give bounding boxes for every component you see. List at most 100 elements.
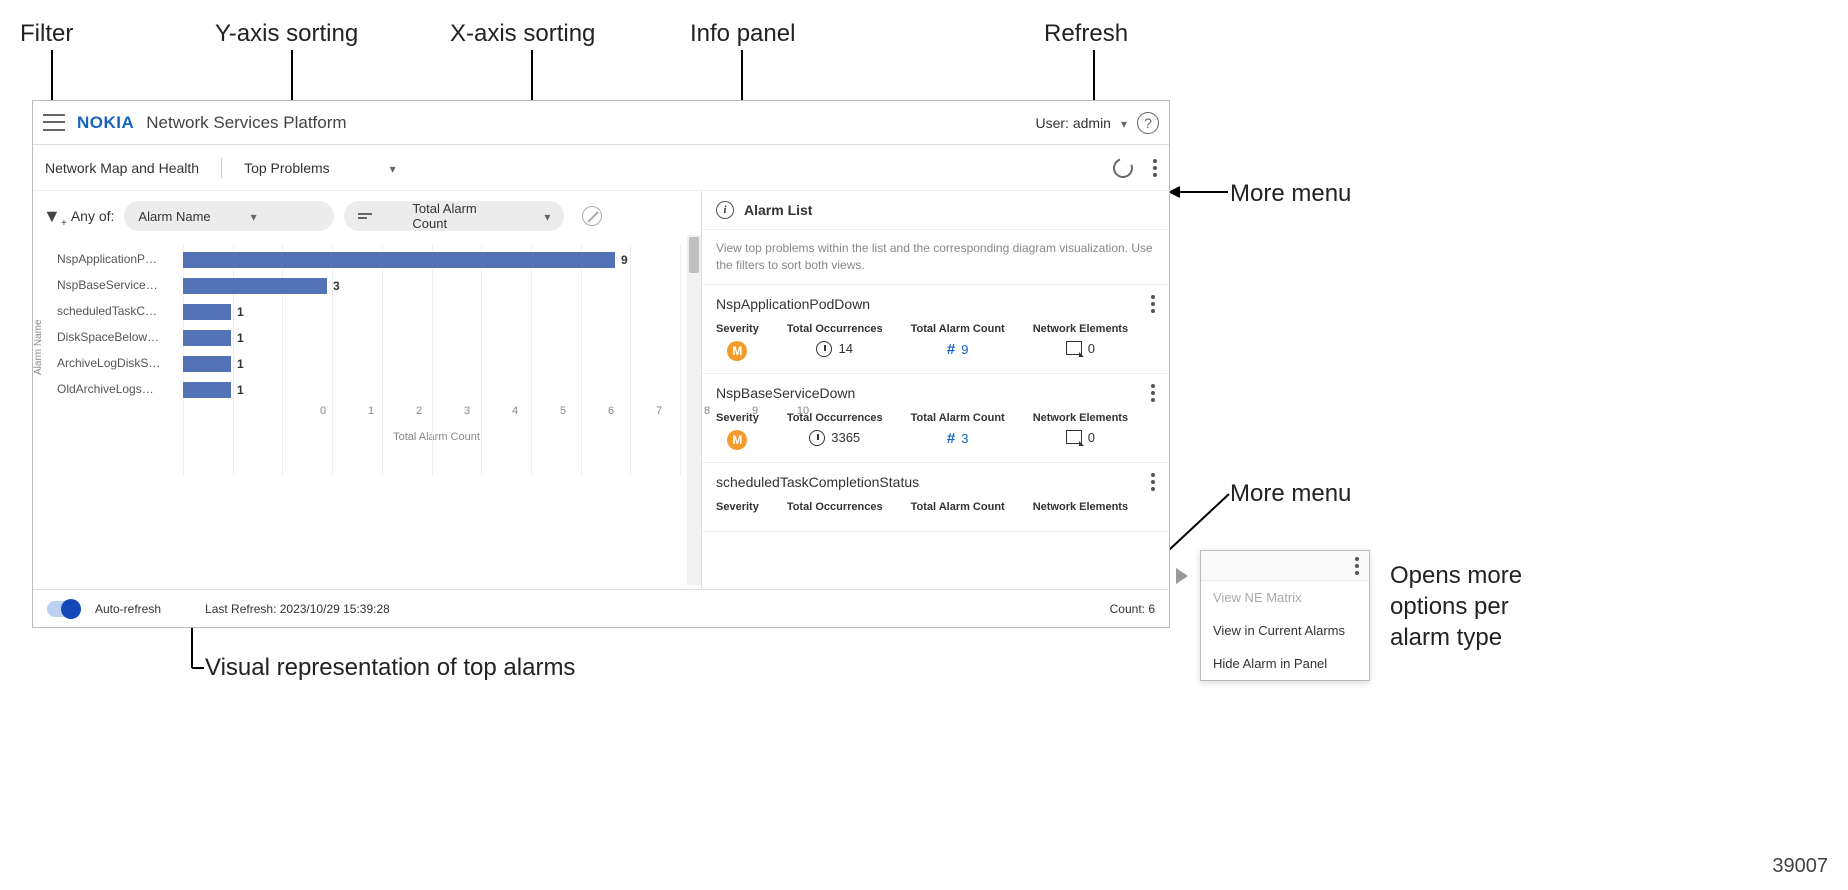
- alarm-item: NspBaseServiceDownSeverityMTotal Occurre…: [702, 374, 1169, 463]
- alarm-name: NspApplicationPodDown: [716, 296, 870, 312]
- bar-value: 9: [621, 253, 628, 267]
- bar[interactable]: [183, 330, 231, 346]
- arrow-moremenu1: [1168, 184, 1228, 204]
- bar-row: 1: [183, 379, 690, 403]
- scrollbar[interactable]: [687, 235, 701, 585]
- x-tick: 3: [464, 405, 470, 417]
- bar-chart: Alarm Name NspApplicationP…NspBaseServic…: [43, 245, 691, 505]
- chevron-down-icon: [544, 209, 550, 224]
- callout-moremenu2: More menu: [1230, 480, 1351, 508]
- refresh-icon[interactable]: [1110, 154, 1137, 181]
- y-sort-dropdown[interactable]: Alarm Name: [124, 201, 334, 231]
- user-label[interactable]: User: admin: [1036, 115, 1111, 131]
- menu-item-view-ne-matrix[interactable]: View NE Matrix: [1201, 581, 1369, 614]
- page-number: 39007: [1772, 855, 1828, 878]
- bar[interactable]: [183, 356, 231, 372]
- metric-network-elements: Network Elements0: [1033, 323, 1128, 361]
- y-sort-label: Alarm Name: [138, 209, 210, 224]
- pop-menu-header: [1201, 551, 1369, 581]
- alarm-item: NspApplicationPodDown SeverityM Total Occu…: [702, 285, 1169, 374]
- view-dropdown[interactable]: Top Problems: [244, 160, 396, 176]
- alarm-more-icon[interactable]: [1151, 295, 1155, 313]
- bar[interactable]: [183, 304, 231, 320]
- alarm-more-icon[interactable]: [1151, 384, 1155, 402]
- bar-category-label: OldArchiveLogs…: [43, 382, 173, 396]
- callout-opens: Opens more options per alarm type: [1390, 560, 1550, 654]
- bar-category-label: ArchiveLogDiskS…: [43, 356, 173, 370]
- callout-ysort: Y-axis sorting: [215, 20, 358, 48]
- metric-network-elements: Network Elements0: [1033, 412, 1128, 450]
- x-tick: 9: [752, 405, 758, 417]
- footer: Auto-refresh Last Refresh: 2023/10/29 15…: [33, 589, 1169, 627]
- bar-row: 1: [183, 353, 690, 377]
- bar[interactable]: [183, 382, 231, 398]
- bar-category-label: NspApplicationP…: [43, 252, 173, 266]
- metric-network-elements: Network Elements: [1033, 501, 1128, 519]
- menu-item-view-current-alarms[interactable]: View in Current Alarms: [1201, 614, 1369, 647]
- more-menu-icon[interactable]: [1153, 159, 1157, 177]
- callout-visual: Visual representation of top alarms: [205, 654, 575, 682]
- filter-anyof-label: Any of:: [71, 208, 115, 224]
- x-tick: 10: [797, 405, 809, 417]
- hamburger-icon[interactable]: [43, 112, 65, 134]
- x-tick: 7: [656, 405, 662, 417]
- auto-refresh-toggle[interactable]: [47, 601, 81, 617]
- menu-item-hide-alarm[interactable]: Hide Alarm in Panel: [1201, 647, 1369, 680]
- clear-filter-icon[interactable]: [582, 206, 602, 226]
- x-tick: 2: [416, 405, 422, 417]
- callout-moremenu1: More menu: [1230, 180, 1351, 208]
- x-ticks: 012345678910: [323, 405, 690, 423]
- callout-filter: Filter: [20, 20, 73, 48]
- metric-severity: Severity: [716, 501, 759, 519]
- alarm-item: scheduledTaskCompletionStatus Severity Tot…: [702, 463, 1169, 532]
- top-bar: NOKIA Network Services Platform User: ad…: [33, 101, 1169, 145]
- x-tick: 8: [704, 405, 710, 417]
- metric-severity: SeverityM: [716, 323, 759, 361]
- chart-panel: ▼ Any of: Alarm Name Total Alarm Count A…: [33, 191, 701, 589]
- callout-infopanel: Info panel: [690, 20, 795, 48]
- divider: [221, 158, 222, 178]
- metric-severity: SeverityM: [716, 412, 759, 450]
- x-sort-dropdown[interactable]: Total Alarm Count: [344, 201, 564, 231]
- bar-category-label: NspBaseService…: [43, 278, 173, 292]
- info-panel-desc: View top problems within the list and th…: [702, 230, 1169, 285]
- info-panel-title: Alarm List: [744, 202, 812, 218]
- alarm-more-icon[interactable]: [1151, 473, 1155, 491]
- chevron-down-icon: [390, 160, 396, 176]
- metric-occurrences: Total Occurrences14: [787, 323, 883, 361]
- chevron-down-icon: [251, 209, 257, 224]
- bar-value: 1: [237, 331, 244, 345]
- info-icon[interactable]: i: [716, 201, 734, 219]
- user-dropdown-icon[interactable]: [1121, 115, 1127, 131]
- bar[interactable]: [183, 252, 615, 268]
- bar-row: 9: [183, 249, 690, 273]
- bar[interactable]: [183, 278, 327, 294]
- alarm-name: scheduledTaskCompletionStatus: [716, 474, 919, 490]
- metric-occurrences: Total Occurrences: [787, 501, 883, 519]
- help-icon[interactable]: ?: [1137, 112, 1159, 134]
- view-dropdown-label: Top Problems: [244, 160, 330, 176]
- x-tick: 6: [608, 405, 614, 417]
- bar-value: 1: [237, 383, 244, 397]
- info-panel: i Alarm List View top problems within th…: [701, 191, 1169, 589]
- metric-alarm-count: Total Alarm Count#3: [911, 412, 1005, 450]
- content: ▼ Any of: Alarm Name Total Alarm Count A…: [33, 191, 1169, 589]
- app-title: Network Services Platform: [146, 113, 346, 133]
- filter-icon[interactable]: ▼: [43, 206, 61, 227]
- breadcrumb[interactable]: Network Map and Health: [45, 160, 199, 176]
- menu-pointer-icon: [1176, 568, 1188, 584]
- x-tick: 1: [368, 405, 374, 417]
- callout-refresh: Refresh: [1044, 20, 1128, 48]
- alarm-more-menu: View NE Matrix View in Current Alarms Hi…: [1200, 550, 1370, 681]
- more-menu-icon[interactable]: [1355, 557, 1359, 575]
- x-sort-label: Total Alarm Count: [412, 201, 504, 231]
- sort-icon: [358, 213, 372, 219]
- metric-alarm-count: Total Alarm Count: [911, 501, 1005, 519]
- bar-row: 3: [183, 275, 690, 299]
- callout-xsort: X-axis sorting: [450, 20, 595, 48]
- bar-category-label: DiskSpaceBelow…: [43, 330, 173, 344]
- bar-row: 1: [183, 327, 690, 351]
- sub-bar: Network Map and Health Top Problems: [33, 145, 1169, 191]
- info-panel-header: i Alarm List: [702, 191, 1169, 230]
- x-tick: 4: [512, 405, 518, 417]
